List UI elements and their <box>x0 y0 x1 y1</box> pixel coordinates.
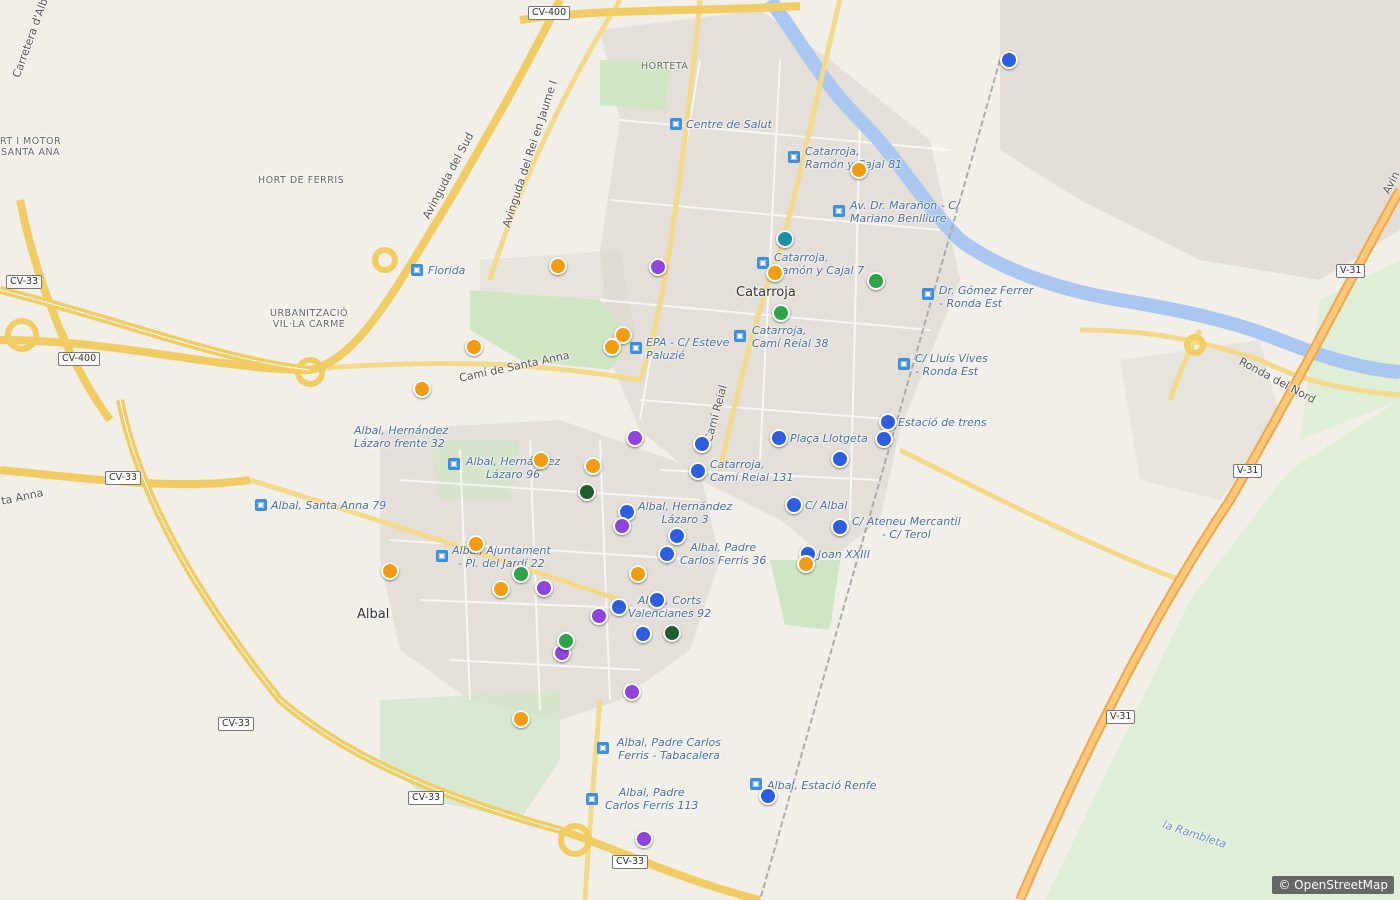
map-canvas[interactable]: HORTETA HORT DE FERRIS RT I MOTOR SANTA … <box>0 0 1400 900</box>
stop-label: Albal, Padre Carlos Ferris - Tabacalera <box>617 736 721 762</box>
stop-label: Catarroja, Camí Reial 38 <box>752 324 829 350</box>
stop-label: C/ Lluís Vives - Ronda Est <box>915 352 988 378</box>
stop-label: EPA - C/ Esteve Paluzié <box>646 336 730 362</box>
map-marker-purple[interactable] <box>590 607 608 625</box>
hort-motor-label: RT I MOTOR SANTA ANA <box>0 136 62 158</box>
map-marker-orange[interactable] <box>467 535 485 553</box>
map-marker-purple[interactable] <box>535 579 553 597</box>
map-marker-blue[interactable] <box>831 518 849 536</box>
bus-stop-icon[interactable]: ▣ <box>922 288 934 300</box>
map-marker-blue[interactable] <box>785 496 803 514</box>
map-marker-blue[interactable] <box>668 527 686 545</box>
map-marker-blue[interactable] <box>759 787 777 805</box>
v31-shield: V-31 <box>1336 264 1366 278</box>
map-marker-orange[interactable] <box>797 555 815 573</box>
albal-label: Albal <box>357 607 390 622</box>
map-marker-blue[interactable] <box>689 462 707 480</box>
map-marker-orange[interactable] <box>492 580 510 598</box>
map-marker-purple[interactable] <box>626 429 644 447</box>
stop-label: Catarroja, Ramón y Cajal 7 <box>774 251 865 277</box>
stop-label: Joan XXIII <box>818 548 870 561</box>
stop-label: Estació de trens <box>898 416 987 429</box>
map-marker-purple[interactable] <box>623 683 641 701</box>
cv400-shield: CV-400 <box>58 352 101 366</box>
stop-label: Florida <box>428 264 466 277</box>
stop-label: Dr. Gómez Ferrer - Ronda Est <box>939 284 1034 310</box>
bus-stop-icon[interactable]: ▣ <box>255 499 267 511</box>
urbanitzacio-label: URBANITZACIÓ VIL·LA CARME <box>270 308 349 330</box>
map-marker-orange[interactable] <box>549 257 567 275</box>
map-marker-blue[interactable] <box>648 591 666 609</box>
map-marker-blue[interactable] <box>875 430 893 448</box>
map-marker-orange[interactable] <box>532 451 550 469</box>
map-marker-blue[interactable] <box>693 435 711 453</box>
map-marker-green[interactable] <box>557 632 575 650</box>
bus-stop-icon[interactable]: ▣ <box>833 205 845 217</box>
bus-stop-icon[interactable]: ▣ <box>586 793 598 805</box>
stop-label: Albal, Corts Valencianes 92 <box>628 594 712 620</box>
bus-stop-icon[interactable]: ▣ <box>898 358 910 370</box>
stop-label: Albal, Estació Renfe <box>767 779 877 792</box>
v31-shield: V-31 <box>1233 464 1263 478</box>
map-marker-blue[interactable] <box>831 450 849 468</box>
cv400-shield: CV-400 <box>528 6 571 20</box>
map-marker-green[interactable] <box>867 272 885 290</box>
stop-label: Plaça Llotgeta <box>790 432 868 445</box>
map-marker-darkgreen[interactable] <box>663 624 681 642</box>
map-marker-orange[interactable] <box>584 457 602 475</box>
horteta-label: HORTETA <box>641 61 689 72</box>
map-marker-orange[interactable] <box>413 380 431 398</box>
stop-label: Albal, Hernández Lázaro frente 32 <box>354 424 449 450</box>
stop-label: Av. Dr. Marañon - C/ Mariano Benlliure <box>850 199 960 225</box>
map-marker-green[interactable] <box>512 565 530 583</box>
bus-stop-icon[interactable]: ▣ <box>597 742 609 754</box>
bus-stop-icon[interactable]: ▣ <box>411 264 423 276</box>
map-marker-purple[interactable] <box>613 517 631 535</box>
map-marker-blue[interactable] <box>879 413 897 431</box>
map-marker-blue[interactable] <box>634 625 652 643</box>
map-marker-teal[interactable] <box>776 230 794 248</box>
stop-label: C/ Ateneu Mercantil - C/ Terol <box>852 515 961 541</box>
hort-ferris-label: HORT DE FERRIS <box>258 175 345 186</box>
cv33-shield: CV-33 <box>612 855 649 869</box>
stop-label: Albal, Hernández Lázaro 3 <box>638 500 733 526</box>
map-marker-purple[interactable] <box>649 258 667 276</box>
stop-label: Albal, Ajuntament - Pl. del Jardí 22 <box>452 544 551 570</box>
stop-label: Centre de Salut <box>686 118 772 131</box>
map-marker-blue[interactable] <box>770 429 788 447</box>
stop-label: Albal, Padre Carlos Ferris 113 <box>605 786 699 812</box>
map-marker-orange[interactable] <box>850 161 868 179</box>
stop-label: C/ Albal <box>805 499 848 512</box>
bus-stop-icon[interactable]: ▣ <box>788 151 800 163</box>
map-marker-blue[interactable] <box>610 598 628 616</box>
cv33-shield: CV-33 <box>408 791 445 805</box>
map-marker-green[interactable] <box>772 304 790 322</box>
bus-stop-icon[interactable]: ▣ <box>670 118 682 130</box>
map-marker-purple[interactable] <box>635 830 653 848</box>
cv33-shield: CV-33 <box>6 275 43 289</box>
cv33-shield: CV-33 <box>105 471 142 485</box>
map-marker-orange[interactable] <box>381 562 399 580</box>
catarroja-label: Catarroja <box>736 285 796 300</box>
stop-label: Catarroja, Camí Reial 131 <box>710 458 794 484</box>
bus-stop-icon[interactable]: ▣ <box>630 342 642 354</box>
map-marker-orange[interactable] <box>603 338 621 356</box>
map-marker-orange[interactable] <box>512 710 530 728</box>
map-marker-blue[interactable] <box>658 545 676 563</box>
stop-label: Albal, Santa Anna 79 <box>271 499 387 512</box>
v31-shield: V-31 <box>1106 710 1136 724</box>
map-marker-blue[interactable] <box>1000 51 1018 69</box>
bus-stop-icon[interactable]: ▣ <box>734 330 746 342</box>
map-marker-orange[interactable] <box>766 264 784 282</box>
map-marker-orange[interactable] <box>629 565 647 583</box>
stop-label: Albal, Padre Carlos Ferris 36 <box>680 541 767 567</box>
bus-stop-icon[interactable]: ▣ <box>448 458 460 470</box>
bus-stop-icon[interactable]: ▣ <box>436 550 448 562</box>
bus-stop-icon[interactable]: ▣ <box>750 778 762 790</box>
map-marker-orange[interactable] <box>465 338 483 356</box>
map-marker-darkgreen[interactable] <box>578 483 596 501</box>
attribution-label[interactable]: © OpenStreetMap <box>1272 876 1394 894</box>
cv33-shield: CV-33 <box>218 717 255 731</box>
